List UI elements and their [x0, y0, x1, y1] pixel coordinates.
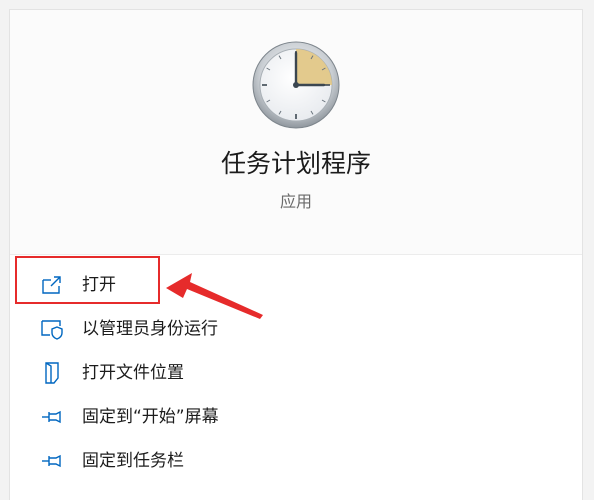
menu-item-label: 打开文件位置	[82, 363, 184, 383]
admin-shield-icon	[38, 315, 66, 343]
menu-item-open[interactable]: 打开	[32, 267, 552, 303]
menu-item-label: 固定到“开始”屏幕	[82, 407, 219, 427]
clock-icon	[251, 40, 341, 130]
pin-icon	[38, 447, 66, 475]
menu-item-label: 固定到任务栏	[82, 451, 184, 471]
open-external-icon	[38, 271, 66, 299]
jump-list-panel: 任务计划程序 应用 打开 以管理员身份运行 打开文件位置 固定到“开始”屏幕 固…	[9, 9, 583, 500]
menu-item-label: 打开	[82, 275, 116, 295]
menu-item-pin-to-taskbar[interactable]: 固定到任务栏	[32, 443, 552, 479]
menu-item-label: 以管理员身份运行	[82, 319, 218, 339]
menu-item-pin-to-start[interactable]: 固定到“开始”屏幕	[32, 399, 552, 435]
menu-item-open-file-location[interactable]: 打开文件位置	[32, 355, 552, 391]
pin-icon	[38, 403, 66, 431]
menu-item-run-as-admin[interactable]: 以管理员身份运行	[32, 311, 552, 347]
app-header: 任务计划程序 应用	[10, 10, 582, 255]
app-type-label: 应用	[279, 192, 312, 211]
app-title: 任务计划程序	[220, 149, 371, 178]
file-location-icon	[38, 359, 66, 387]
